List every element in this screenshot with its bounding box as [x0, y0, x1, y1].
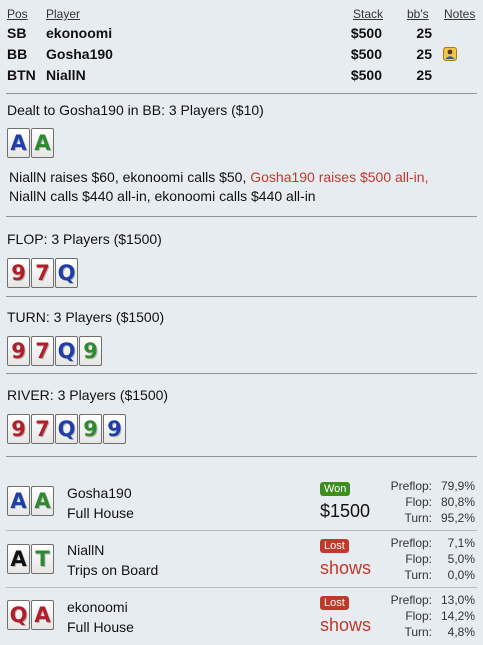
- preflop-label: Preflop:: [390, 536, 432, 550]
- result-hand: Trips on Board: [67, 562, 159, 578]
- result-player-name[interactable]: NiallN: [67, 542, 104, 558]
- player-bbs: 25: [416, 46, 432, 62]
- preflop-title: Dealt to Gosha190 in BB: 3 Players ($10): [7, 102, 264, 118]
- header-player: Player: [46, 7, 81, 21]
- flop-label: Flop:: [405, 495, 432, 509]
- preflop-actions: NiallN raises $60, ekonoomi calls $50, G…: [9, 168, 477, 206]
- equity-labels: Preflop: Flop: Turn:: [386, 535, 432, 583]
- shown-cards: A T: [7, 544, 54, 574]
- hole-cards: A A: [7, 128, 54, 158]
- result-shows: shows: [320, 615, 372, 635]
- equity-values: 79,9% 80,8% 95,2%: [432, 478, 475, 526]
- card: 9: [7, 336, 30, 366]
- card: 9: [7, 414, 30, 444]
- card: A: [31, 600, 54, 630]
- equity-labels: Preflop: Flop: Turn:: [386, 478, 432, 526]
- preflop-equity: 7,1%: [447, 536, 475, 550]
- action-text: NiallN raises $60, ekonoomi calls $50,: [9, 169, 251, 185]
- result-shows: shows: [320, 558, 372, 578]
- player-name[interactable]: NiallN: [46, 67, 86, 83]
- card: Q: [7, 600, 30, 630]
- header-pos: Pos: [7, 7, 28, 21]
- preflop-label: Preflop:: [390, 479, 432, 493]
- preflop-equity: 79,9%: [440, 479, 475, 493]
- header-stack: Stack: [353, 7, 384, 21]
- card: 7: [31, 258, 54, 288]
- turn-equity: 95,2%: [440, 511, 475, 525]
- river-title: RIVER: 3 Players ($1500): [7, 387, 169, 403]
- flop-title: FLOP: 3 Players ($1500): [7, 231, 162, 247]
- person-note-icon: [445, 49, 455, 59]
- flop-label: Flop:: [405, 609, 432, 623]
- card: Q: [55, 336, 78, 366]
- equity-values: 7,1% 5,0% 0,0%: [432, 535, 475, 583]
- card: A: [31, 128, 54, 158]
- flop-equity: 5,0%: [447, 552, 475, 566]
- player-stack: $500: [350, 46, 382, 62]
- header-bbs: bb's: [407, 7, 429, 21]
- preflop-equity: 13,0%: [440, 593, 475, 607]
- lost-badge: Lost: [320, 596, 349, 610]
- row-divider: [6, 587, 477, 588]
- equity-labels: Preflop: Flop: Turn:: [386, 592, 432, 640]
- card: 9: [103, 414, 126, 444]
- result-player-name[interactable]: ekonoomi: [67, 599, 128, 615]
- divider: [6, 93, 477, 94]
- turn-label: Turn:: [404, 625, 432, 639]
- player-pos: BTN: [7, 67, 36, 83]
- player-name[interactable]: Gosha190: [46, 46, 113, 62]
- card: 9: [79, 414, 102, 444]
- flop-equity: 14,2%: [440, 609, 475, 623]
- card: 9: [7, 258, 30, 288]
- turn-title: TURN: 3 Players ($1500): [7, 309, 165, 325]
- player-bbs: 25: [416, 25, 432, 41]
- card: Q: [55, 414, 78, 444]
- flop-label: Flop:: [405, 552, 432, 566]
- card: 9: [79, 336, 102, 366]
- card: A: [31, 486, 54, 516]
- lost-badge: Lost: [320, 539, 349, 553]
- divider: [6, 373, 477, 374]
- player-pos: BB: [7, 46, 28, 62]
- turn-label: Turn:: [404, 568, 432, 582]
- result-amount: $1500: [320, 501, 371, 521]
- action-text: NiallN calls $440 all-in, ekonoomi calls…: [9, 188, 316, 204]
- divider: [6, 216, 477, 217]
- result-hand: Full House: [67, 505, 134, 521]
- card: A: [7, 128, 30, 158]
- player-stack: $500: [350, 67, 382, 83]
- equity-values: 13,0% 14,2% 4,8%: [432, 592, 475, 640]
- won-badge: Won: [320, 482, 351, 496]
- turn-equity: 0,0%: [447, 568, 475, 582]
- result-player-name[interactable]: Gosha190: [67, 485, 132, 501]
- card: A: [7, 544, 30, 574]
- player-bbs: 25: [416, 67, 432, 83]
- note-icon[interactable]: [443, 47, 457, 61]
- turn-label: Turn:: [404, 511, 432, 525]
- preflop-label: Preflop:: [390, 593, 432, 607]
- result-hand: Full House: [67, 619, 134, 635]
- row-divider: [6, 530, 477, 531]
- shown-cards: A A: [7, 486, 54, 516]
- flop-equity: 80,8%: [440, 495, 475, 509]
- divider: [6, 296, 477, 297]
- flop-cards: 9 7 Q: [7, 258, 78, 288]
- river-cards: 9 7 Q 9 9: [7, 414, 126, 444]
- hero-action-text: Gosha190 raises $500 all-in,: [250, 169, 429, 185]
- turn-cards: 9 7 Q 9: [7, 336, 102, 366]
- card: A: [7, 486, 30, 516]
- divider: [6, 456, 477, 457]
- card: 7: [31, 336, 54, 366]
- player-pos: SB: [7, 25, 27, 41]
- card: T: [31, 544, 54, 574]
- turn-equity: 4,8%: [447, 625, 475, 639]
- card: Q: [55, 258, 78, 288]
- player-stack: $500: [350, 25, 382, 41]
- card: 7: [31, 414, 54, 444]
- shown-cards: Q A: [7, 600, 54, 630]
- player-name[interactable]: ekonoomi: [46, 25, 112, 41]
- header-notes: Notes: [444, 7, 476, 21]
